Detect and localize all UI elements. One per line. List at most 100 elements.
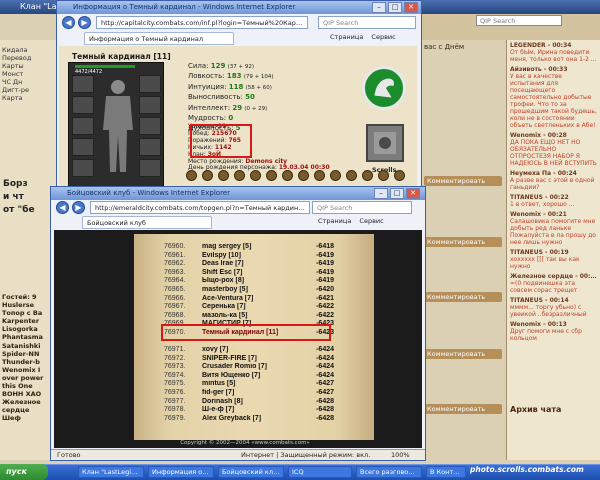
start-button[interactable]: пуск <box>0 464 48 480</box>
nav-item[interactable]: Кидала <box>2 46 58 54</box>
effect-icon[interactable] <box>378 170 389 181</box>
equipment-slot[interactable] <box>139 159 161 177</box>
forward-icon[interactable]: ▶ <box>78 16 91 29</box>
nav-item[interactable]: ЧС Дн <box>2 78 58 86</box>
equipment-slot[interactable] <box>139 138 161 156</box>
effect-icon[interactable] <box>218 170 229 181</box>
tab-info[interactable]: Информация о Темный кардинал <box>84 32 234 45</box>
minimize-icon[interactable]: – <box>372 2 386 13</box>
chat-author[interactable]: TITANEUS - 00:22 <box>510 194 597 201</box>
page-menu[interactable]: Страница <box>318 217 351 225</box>
taskbar-item[interactable]: ICQ <box>288 466 352 478</box>
tools-menu[interactable]: Сервис <box>371 33 395 41</box>
player-link[interactable]: mintus [5] <box>202 380 298 389</box>
nav-item[interactable]: Перевод <box>2 54 58 62</box>
taskbar-item[interactable]: В Контакте... <box>426 466 466 478</box>
chat-author[interactable]: Железное сердце - 00:15 <box>510 273 597 280</box>
rank-score: -6428 <box>316 414 334 422</box>
stat-value: 50 <box>245 93 255 102</box>
taskbar-item[interactable]: Всего разговоров... <box>356 466 422 478</box>
effect-icon[interactable] <box>234 170 245 181</box>
effect-icon[interactable] <box>330 170 341 181</box>
forward-icon[interactable]: ▶ <box>72 201 85 214</box>
tools-menu[interactable]: Сервис <box>359 217 383 225</box>
effect-icon[interactable] <box>282 170 293 181</box>
player-link[interactable]: fid-ger [7] <box>202 389 298 398</box>
maximize-icon[interactable]: □ <box>390 188 404 199</box>
player-link[interactable]: SNIPER-FIRE [7] <box>202 355 298 364</box>
page-menu[interactable]: Страница <box>330 33 363 41</box>
chat-archive-link[interactable]: Архив чата <box>510 405 561 414</box>
player-link[interactable]: Ace-Ventura [7] <box>202 295 298 304</box>
player-link[interactable]: Shift Esc [7] <box>202 269 298 278</box>
player-link[interactable]: Deas Irae [7] <box>202 260 298 269</box>
stat-row: Интуиция: 118 (58 + 60) <box>188 83 288 93</box>
stat-row: Выносливость: 50 <box>188 93 288 103</box>
chat-author[interactable]: Wenomix - 00:13 <box>510 321 597 328</box>
player-link[interactable]: mag sergey [5] <box>202 243 298 252</box>
effect-icon[interactable] <box>298 170 309 181</box>
effect-icon[interactable] <box>266 170 277 181</box>
comment-button[interactable]: Комментировать <box>424 292 502 302</box>
nav-item[interactable]: Карта <box>2 94 58 102</box>
equipment-slot[interactable] <box>139 96 161 114</box>
minimize-icon[interactable]: – <box>374 188 388 199</box>
equipment-slot[interactable] <box>72 75 94 93</box>
player-link[interactable]: Ш-е-ф [7] <box>202 406 298 415</box>
equipment-slot[interactable] <box>72 96 94 114</box>
effect-icon[interactable] <box>346 170 357 181</box>
chat-author[interactable]: Неумеха Па - 00:24 <box>510 170 597 177</box>
effect-icon[interactable] <box>314 170 325 181</box>
back-icon[interactable]: ◀ <box>56 201 69 214</box>
equipment-slot[interactable] <box>139 75 161 93</box>
chat-author[interactable]: TITANEUS - 00:14 <box>510 297 597 304</box>
player-link[interactable]: Серенька [7] <box>202 303 298 312</box>
maximize-icon[interactable]: □ <box>388 2 402 13</box>
player-link[interactable]: Витя Ющенко [7] <box>202 372 298 381</box>
back-icon[interactable]: ◀ <box>62 16 75 29</box>
qip-search-input[interactable]: QIP Search <box>312 201 412 214</box>
equipment-slot[interactable] <box>72 138 94 156</box>
chat-author[interactable]: TITANEUS - 00:19 <box>510 249 597 256</box>
close-icon[interactable]: ✕ <box>404 2 418 13</box>
player-link[interactable]: хоvy [7] <box>202 346 298 355</box>
player-link[interactable]: masterboy [5] <box>202 286 298 295</box>
player-link[interactable]: Evilspy [10] <box>202 252 298 261</box>
nav-item[interactable]: Дигт-ре <box>2 86 58 94</box>
taskbar-item[interactable]: Бойцовский клуб... <box>218 466 284 478</box>
player-link[interactable]: Ыщо-рох [8] <box>202 277 298 286</box>
forum-qip-search[interactable]: QIP Search <box>476 15 562 26</box>
comment-button[interactable]: Комментировать <box>424 404 502 414</box>
player-link[interactable]: Crusader Romio [7] <box>202 363 298 372</box>
nav-item[interactable]: Карты <box>2 62 58 70</box>
player-link[interactable]: Dorinash [8] <box>202 398 298 407</box>
chat-author[interactable]: LEGENDER - 00:34 <box>510 42 597 49</box>
effect-icon[interactable] <box>250 170 261 181</box>
player-link[interactable]: Alex Greyback [7] <box>202 415 298 424</box>
tab-club[interactable]: Бойцовский клуб <box>82 216 212 229</box>
equipment-slot[interactable] <box>72 159 94 177</box>
address-bar[interactable]: http://capitalcity.combats.com/inf.pl?lo… <box>96 16 308 29</box>
close-icon[interactable]: ✕ <box>406 188 420 199</box>
equipment-slot[interactable] <box>72 117 94 135</box>
zoom-level[interactable]: 100% <box>391 451 410 459</box>
qip-search-input[interactable]: QIP Search <box>318 16 416 29</box>
taskbar-item[interactable]: Клан "LastLegion"... <box>78 466 144 478</box>
forum-side-text: Борз и чт от "бе <box>3 179 35 215</box>
address-bar[interactable]: http://emeraldcity.combats.com/topgen.pl… <box>90 201 310 214</box>
effect-icon[interactable] <box>362 170 373 181</box>
player-link[interactable]: мазоль-ка [5] <box>202 312 298 321</box>
effect-icon[interactable] <box>186 170 197 181</box>
equipment-slot[interactable] <box>139 117 161 135</box>
nav-item[interactable]: Монст <box>2 70 58 78</box>
taskbar-item[interactable]: Информация о ... <box>148 466 214 478</box>
chat-author[interactable]: Wenomix - 00:28 <box>510 132 597 139</box>
comment-button[interactable]: Комментировать <box>424 349 502 359</box>
chat-author[interactable]: Wenomix - 00:21 <box>510 211 597 218</box>
comment-button[interactable]: Комментировать <box>424 237 502 247</box>
scroll-emblem-icon[interactable] <box>366 124 404 162</box>
chat-author[interactable]: Айзивоть - 00:33 <box>510 66 597 73</box>
effect-icon[interactable] <box>202 170 213 181</box>
comment-button[interactable]: Комментировать <box>424 176 502 186</box>
effect-icon[interactable] <box>394 170 405 181</box>
